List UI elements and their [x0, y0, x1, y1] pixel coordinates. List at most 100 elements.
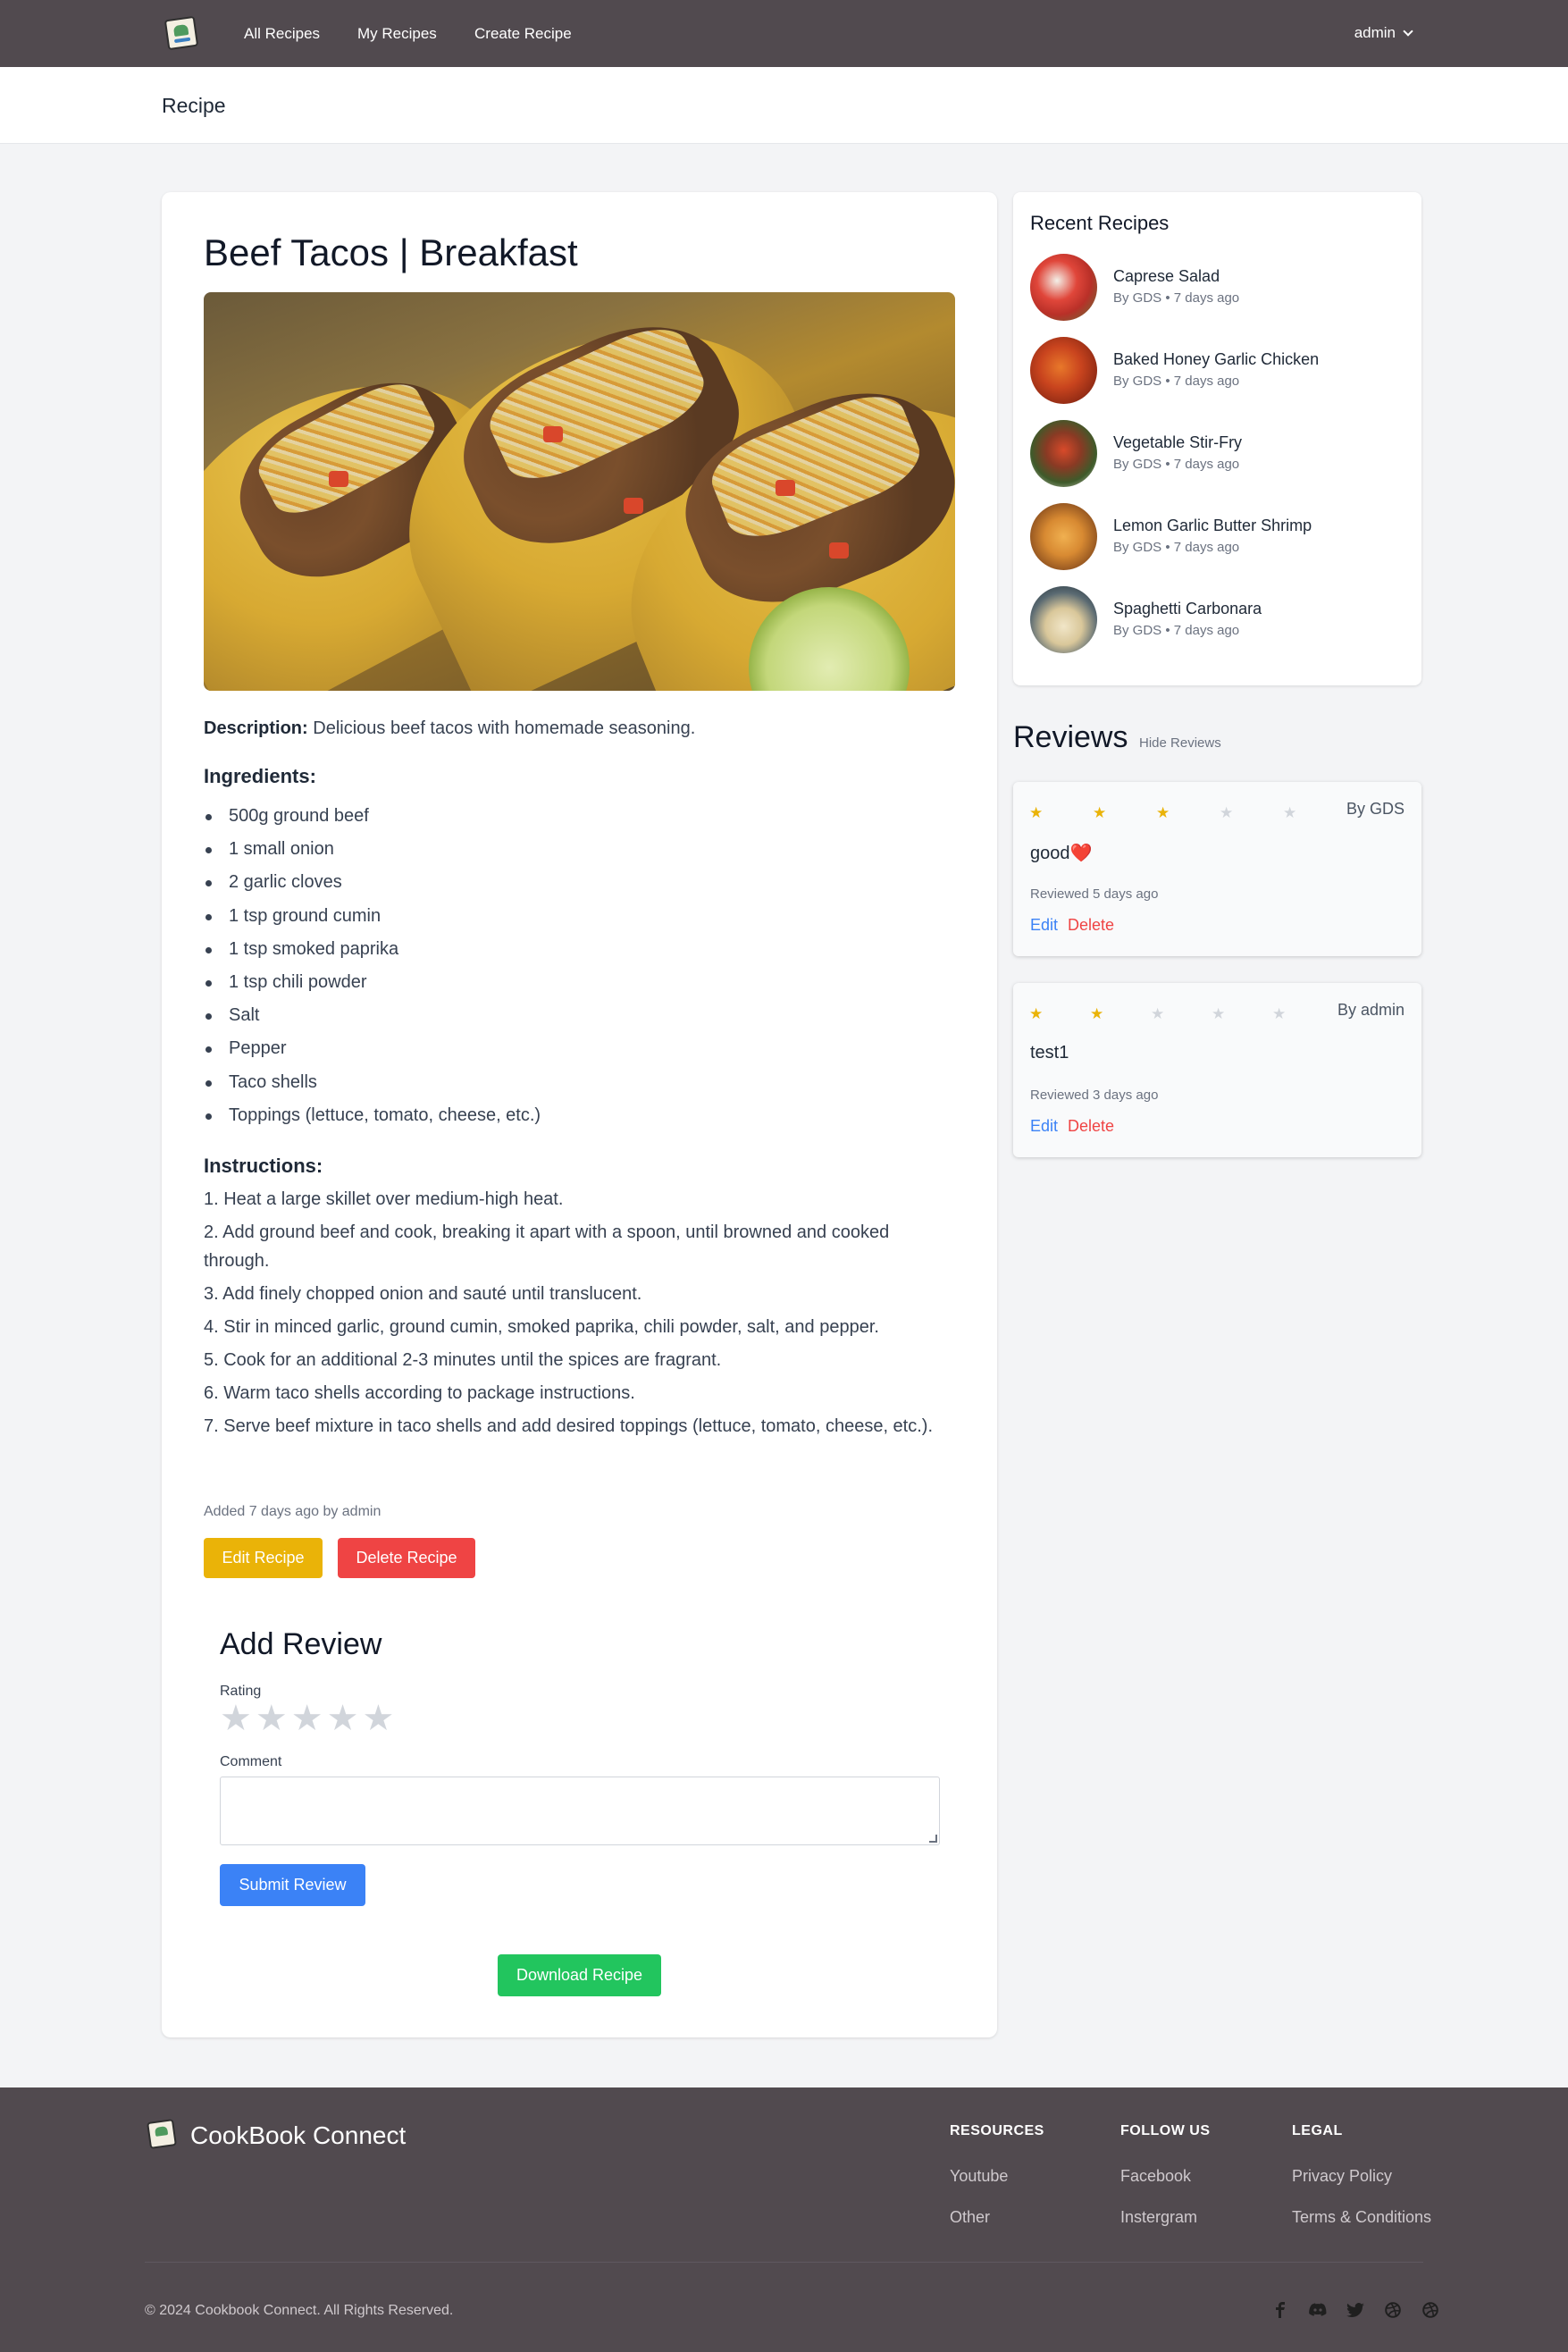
dribbble-icon[interactable] [1421, 2300, 1440, 2320]
recipe-card: Beef Tacos | Breakfast Description: Deli… [162, 192, 997, 2037]
star-icon: ★ [1156, 804, 1170, 821]
recent-recipe-meta: By GDS • 7 days ago [1113, 623, 1240, 638]
edit-review-link[interactable]: Edit [1030, 916, 1058, 935]
footer-heading-legal: LEGAL [1292, 2123, 1343, 2138]
recent-recipe-name[interactable]: Caprese Salad [1113, 267, 1220, 286]
recent-recipes-heading: Recent Recipes [1030, 212, 1170, 234]
recent-recipe-item[interactable]: Spaghetti Carbonara By GDS • 7 days ago [1030, 586, 1405, 654]
rating-input[interactable]: ★ ★ ★ ★ ★ [220, 1701, 394, 1736]
recent-recipe-item[interactable]: Vegetable Stir-Fry By GDS • 7 days ago [1030, 420, 1405, 488]
list-item: 6. Warm taco shells according to package… [204, 1383, 635, 1403]
recent-recipe-name[interactable]: Baked Honey Garlic Chicken [1113, 350, 1319, 369]
star-icon[interactable]: ★ [327, 1701, 359, 1736]
recent-recipe-item[interactable]: Baked Honey Garlic Chicken By GDS • 7 da… [1030, 337, 1405, 405]
page-title: Recipe [162, 94, 226, 117]
list-item: 7. Serve beef mixture in taco shells and… [204, 1416, 934, 1436]
star-icon[interactable]: ★ [256, 1701, 288, 1736]
list-item: 2. Add ground beef and cook, breaking it… [204, 1222, 890, 1271]
footer-heading-follow: FOLLOW US [1120, 2123, 1211, 2138]
site-footer: CookBook Connect RESOURCES Youtube Other… [0, 2087, 1568, 2352]
list-item: 1 tsp smoked paprika [204, 933, 954, 966]
cookbook-logo-icon[interactable] [147, 2119, 177, 2149]
footer-link-facebook[interactable]: Facebook [1120, 2167, 1191, 2186]
list-item: 1 small onion [204, 833, 954, 866]
star-icon: ★ [1212, 1005, 1226, 1022]
recent-recipe-item[interactable]: Caprese Salad By GDS • 7 days ago [1030, 254, 1405, 322]
star-icon: ★ [1220, 804, 1234, 821]
submit-review-button[interactable]: Submit Review [220, 1864, 365, 1906]
dribbble-icon[interactable] [1383, 2300, 1403, 2320]
download-recipe-button[interactable]: Download Recipe [498, 1954, 661, 1996]
list-item: Pepper [204, 1032, 954, 1065]
list-item: 1 tsp ground cumin [204, 900, 954, 933]
recent-recipe-item[interactable]: Lemon Garlic Butter Shrimp By GDS • 7 da… [1030, 503, 1405, 571]
recipe-thumbnail [1030, 337, 1097, 404]
review-author: By GDS [1346, 800, 1404, 818]
recent-recipe-name[interactable]: Spaghetti Carbonara [1113, 600, 1262, 618]
edit-recipe-button[interactable]: Edit Recipe [204, 1538, 323, 1578]
ingredients-list: 500g ground beef 1 small onion 2 garlic … [204, 800, 954, 1132]
star-icon[interactable]: ★ [291, 1701, 323, 1736]
user-name: admin [1354, 24, 1396, 41]
page-header: Recipe [0, 67, 1568, 144]
recipe-image [204, 292, 955, 691]
added-meta: Added 7 days ago by admin [204, 1504, 382, 1519]
footer-brand[interactable]: CookBook Connect [190, 2121, 406, 2150]
cookbook-logo-icon[interactable] [164, 15, 199, 51]
resize-handle-icon[interactable] [929, 1835, 937, 1843]
star-icon: ★ [1029, 804, 1044, 821]
review-author: By admin [1337, 1001, 1404, 1019]
review-rating: ★ ★ ★ ★ ★ [1029, 805, 1346, 820]
list-item: Salt [204, 999, 954, 1032]
review-card: ★ ★ ★ ★ ★ By admin test1 Reviewed 3 days… [1013, 983, 1421, 1157]
discord-icon[interactable] [1308, 2300, 1328, 2320]
delete-review-link[interactable]: Delete [1068, 1117, 1114, 1136]
comment-label: Comment [220, 1754, 282, 1769]
recipe-title: Beef Tacos | Breakfast [204, 231, 578, 273]
star-icon: ★ [1093, 804, 1107, 821]
recent-recipe-meta: By GDS • 7 days ago [1113, 290, 1240, 306]
recent-recipe-name[interactable]: Vegetable Stir-Fry [1113, 433, 1242, 452]
delete-recipe-button[interactable]: Delete Recipe [338, 1538, 475, 1578]
recent-recipe-name[interactable]: Lemon Garlic Butter Shrimp [1113, 517, 1312, 535]
nav-create-recipe[interactable]: Create Recipe [474, 25, 572, 43]
list-item: 3. Add finely chopped onion and sauté un… [204, 1284, 642, 1304]
instructions-heading: Instructions: [204, 1155, 323, 1177]
nav-all-recipes[interactable]: All Recipes [244, 25, 320, 43]
review-date: Reviewed 5 days ago [1030, 886, 1159, 902]
edit-review-link[interactable]: Edit [1030, 1117, 1058, 1136]
star-icon: ★ [1272, 1005, 1287, 1022]
footer-link-other[interactable]: Other [950, 2208, 990, 2227]
recent-recipe-meta: By GDS • 7 days ago [1113, 540, 1240, 555]
recipe-thumbnail [1030, 254, 1097, 321]
star-icon[interactable]: ★ [220, 1701, 252, 1736]
star-icon: ★ [1151, 1005, 1165, 1022]
footer-link-youtube[interactable]: Youtube [950, 2167, 1008, 2186]
recent-recipe-meta: By GDS • 7 days ago [1113, 374, 1240, 389]
comment-textarea[interactable] [220, 1777, 940, 1845]
review-comment: test1 [1030, 1043, 1069, 1063]
user-menu[interactable]: admin [1354, 24, 1413, 42]
reviews-heading: Reviews [1013, 720, 1128, 754]
footer-link-instagram[interactable]: Instergram [1120, 2208, 1197, 2227]
list-item: 1 tsp chili powder [204, 966, 954, 999]
recipe-thumbnail [1030, 420, 1097, 487]
add-review-heading: Add Review [220, 1627, 382, 1661]
twitter-icon[interactable] [1346, 2300, 1365, 2320]
footer-link-terms[interactable]: Terms & Conditions [1292, 2208, 1431, 2227]
delete-review-link[interactable]: Delete [1068, 916, 1114, 935]
footer-link-privacy[interactable]: Privacy Policy [1292, 2167, 1392, 2186]
review-card: ★ ★ ★ ★ ★ By GDS good❤️ Reviewed 5 days … [1013, 782, 1421, 956]
list-item: Taco shells [204, 1066, 954, 1099]
instructions-list: 1. Heat a large skillet over medium-high… [204, 1185, 954, 1445]
star-icon: ★ [1283, 804, 1297, 821]
hide-reviews-link[interactable]: Hide Reviews [1139, 735, 1221, 751]
recipe-thumbnail [1030, 586, 1097, 653]
recipe-thumbnail [1030, 503, 1097, 570]
facebook-icon[interactable] [1270, 2300, 1290, 2320]
ingredients-heading: Ingredients: [204, 765, 316, 787]
nav-my-recipes[interactable]: My Recipes [357, 25, 437, 43]
review-date: Reviewed 3 days ago [1030, 1088, 1159, 1103]
star-icon[interactable]: ★ [362, 1701, 394, 1736]
footer-divider [145, 2262, 1423, 2263]
